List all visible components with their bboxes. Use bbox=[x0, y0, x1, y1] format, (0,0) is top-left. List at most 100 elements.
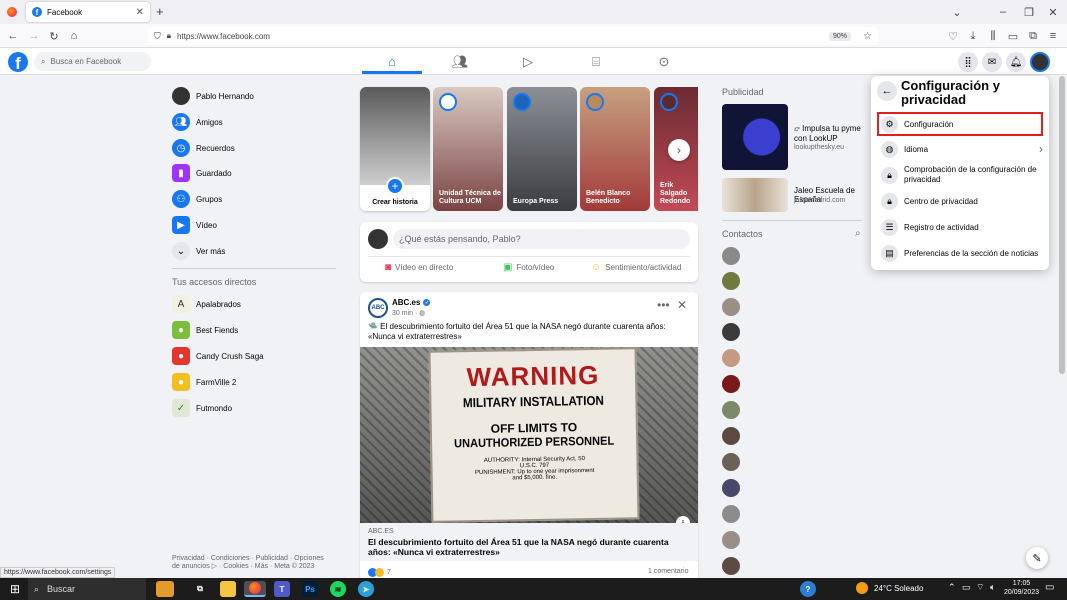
wifi-icon[interactable]: ⌔ bbox=[976, 582, 984, 593]
spotify-icon[interactable]: ≋ bbox=[330, 581, 346, 597]
menu-item-privacy-checkup[interactable]: 🔒︎ Comprobación de la configuración de p… bbox=[877, 164, 1043, 186]
taskbar-search[interactable]: ⌕ Buscar bbox=[28, 578, 146, 600]
library-icon[interactable]: ⫼ bbox=[986, 29, 1000, 43]
comment-count[interactable]: 1 comentario bbox=[648, 568, 688, 575]
search-contacts-icon[interactable]: ⌕ bbox=[855, 228, 861, 239]
close-tab-icon[interactable]: ✕ bbox=[136, 7, 144, 18]
menu-item-language[interactable]: ◍ Idioma › bbox=[877, 139, 1043, 159]
url-bar[interactable]: ⛉ 🔒︎ https://www.facebook.com 90% ☆ bbox=[148, 27, 878, 45]
ad-item[interactable]: Jaleo Escuela de España jaleomadrid.com bbox=[722, 178, 862, 212]
post-author-avatar[interactable]: ABC bbox=[368, 298, 388, 318]
facebook-logo-icon[interactable]: f bbox=[8, 52, 28, 72]
shortcut-item[interactable]: ● FarmVille 2 bbox=[172, 371, 236, 393]
back-button[interactable]: ← bbox=[877, 81, 897, 101]
minimize-icon[interactable]: – bbox=[996, 5, 1010, 19]
contact-avatar[interactable] bbox=[722, 401, 740, 419]
stories-next-button[interactable]: › bbox=[668, 139, 690, 161]
contact-avatar[interactable] bbox=[722, 557, 740, 575]
pocket-icon[interactable]: ♡ bbox=[946, 29, 960, 43]
new-tab-button[interactable]: + bbox=[156, 4, 164, 19]
contact-avatar[interactable] bbox=[722, 323, 740, 341]
star-icon[interactable]: ☆ bbox=[863, 31, 872, 42]
shortcut-item[interactable]: ✓ Futmondo bbox=[172, 397, 232, 419]
sidebar-item-groups[interactable]: ⚇ Grupos bbox=[172, 188, 222, 210]
briefcase-icon[interactable] bbox=[156, 581, 174, 597]
volume-icon[interactable]: 🔈︎ bbox=[990, 582, 995, 593]
reactions-summary[interactable]: 7 bbox=[368, 568, 391, 577]
menu-item-settings[interactable]: ⚙ Configuración bbox=[877, 112, 1043, 136]
account-avatar[interactable] bbox=[1030, 52, 1050, 72]
contact-avatar[interactable] bbox=[722, 479, 740, 497]
contact-avatar[interactable] bbox=[722, 531, 740, 549]
shortcut-item[interactable]: A Apalabrados bbox=[172, 293, 241, 315]
menu-item-feed-preferences[interactable]: ▤ Preferencias de la sección de noticias bbox=[877, 243, 1043, 263]
story-card[interactable]: Europa Press bbox=[507, 87, 577, 211]
footer-links[interactable]: Privacidad · Condiciones · Publicidad · … bbox=[172, 555, 332, 571]
contact-avatar[interactable] bbox=[722, 505, 740, 523]
browser-tab[interactable]: f Facebook ✕ bbox=[26, 2, 150, 22]
story-card[interactable]: Unidad Técnica de Cultura UCM bbox=[433, 87, 503, 211]
weather-widget[interactable]: 24°C Soleado bbox=[856, 582, 923, 594]
home-icon[interactable]: ⌂ bbox=[67, 29, 81, 43]
url-text[interactable]: https://www.facebook.com bbox=[177, 32, 829, 41]
windows-start-icon[interactable]: ⊞ bbox=[10, 582, 20, 596]
chevron-up-icon[interactable]: ⌃ bbox=[948, 582, 956, 593]
firefox-icon[interactable] bbox=[7, 7, 17, 17]
menu-icon[interactable]: ≡ bbox=[1046, 29, 1060, 43]
telegram-icon[interactable]: ➤ bbox=[358, 581, 374, 597]
firefox-taskbar-icon[interactable] bbox=[244, 581, 266, 597]
post-time[interactable]: 30 min · ◍ bbox=[392, 309, 425, 317]
teams-icon[interactable]: T bbox=[274, 581, 290, 597]
post-image[interactable]: WARNING MILITARY INSTALLATION OFF LIMITS… bbox=[360, 347, 698, 523]
file-explorer-icon[interactable] bbox=[220, 581, 236, 597]
composer-input[interactable]: ¿Qué estás pensando, Pablo? bbox=[393, 229, 690, 249]
contact-avatar[interactable] bbox=[722, 375, 740, 393]
hide-post-icon[interactable]: ✕ bbox=[677, 298, 687, 312]
shortcut-item[interactable]: ● Best Fiends bbox=[172, 319, 238, 341]
reader-icon[interactable]: ▭ bbox=[1006, 29, 1020, 43]
sidebar-item-memories[interactable]: ◷ Recuerdos bbox=[172, 137, 235, 159]
nav-friends-tab[interactable]: 👥︎ bbox=[430, 52, 490, 72]
nav-marketplace-tab[interactable]: ⌸ bbox=[566, 52, 626, 72]
add-story-icon[interactable]: + bbox=[386, 177, 404, 195]
contact-avatar[interactable] bbox=[722, 349, 740, 367]
sidebar-item-profile[interactable]: Pablo Hernando bbox=[172, 85, 254, 107]
nav-gaming-tab[interactable]: ⊙ bbox=[634, 52, 694, 72]
link-preview[interactable]: ABC.ES El descubrimiento fortuito del Ár… bbox=[360, 523, 698, 561]
network-icon[interactable]: ▭ bbox=[962, 582, 971, 593]
notifications-button[interactable]: 🔔︎ bbox=[1006, 52, 1026, 72]
messenger-button[interactable]: ✉ bbox=[982, 52, 1002, 72]
list-tabs-icon[interactable]: ⌄ bbox=[950, 5, 964, 19]
menu-grid-button[interactable]: ⣿ bbox=[958, 52, 978, 72]
sidebar-item-video[interactable]: ▶ Vídeo bbox=[172, 214, 217, 236]
extensions-icon[interactable]: ⧉ bbox=[1026, 29, 1040, 43]
contact-avatar[interactable] bbox=[722, 298, 740, 316]
sidebar-item-see-more[interactable]: ⌄ Ver más bbox=[172, 240, 225, 262]
photo-video-button[interactable]: ▣ Foto/vídeo bbox=[503, 262, 554, 273]
task-view-icon[interactable]: ⧉ bbox=[192, 581, 208, 597]
close-window-icon[interactable]: ✕ bbox=[1046, 5, 1060, 19]
forward-icon[interactable]: → bbox=[27, 29, 41, 43]
scrollbar-thumb[interactable] bbox=[1059, 76, 1065, 374]
maximize-icon[interactable]: ❐ bbox=[1022, 5, 1036, 19]
story-create[interactable]: + Crear historia bbox=[360, 87, 430, 211]
help-icon[interactable]: ? bbox=[800, 581, 816, 597]
new-message-button[interactable]: ✎ bbox=[1026, 547, 1048, 569]
more-options-icon[interactable]: ••• bbox=[657, 298, 670, 312]
post-author[interactable]: ABC.es ✓ bbox=[392, 298, 431, 307]
back-icon[interactable]: ← bbox=[6, 29, 20, 43]
sidebar-item-friends[interactable]: 👥︎ Amigos bbox=[172, 111, 223, 133]
search-input[interactable]: ⌕ Busca en Facebook bbox=[34, 52, 151, 71]
photoshop-icon[interactable]: Ps bbox=[302, 581, 318, 597]
nav-watch-tab[interactable]: ▷ bbox=[498, 52, 558, 72]
reload-icon[interactable]: ↻ bbox=[47, 29, 61, 43]
zoom-level[interactable]: 90% bbox=[829, 31, 852, 41]
shield-icon[interactable]: ⛉ bbox=[154, 31, 161, 42]
story-card[interactable]: Belén Blanco Benedicto bbox=[580, 87, 650, 211]
clock[interactable]: 17:05 20/09/2023 bbox=[1004, 579, 1039, 597]
feeling-activity-button[interactable]: ☺ Sentimiento/actividad bbox=[591, 262, 681, 273]
live-video-button[interactable]: ◙ Vídeo en directo bbox=[385, 262, 453, 273]
menu-item-privacy-center[interactable]: 🔒︎ Centro de privacidad bbox=[877, 191, 1043, 211]
info-icon[interactable]: i bbox=[676, 516, 690, 523]
contact-avatar[interactable] bbox=[722, 272, 740, 290]
